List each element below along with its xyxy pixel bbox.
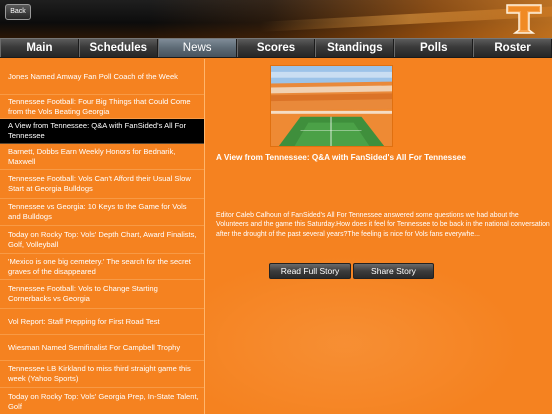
tab-main[interactable]: Main — [0, 39, 79, 57]
tab-roster[interactable]: Roster — [473, 39, 552, 57]
news-list-item[interactable]: Jones Named Amway Fan Poll Coach of the … — [0, 59, 204, 95]
news-list-item[interactable]: Tennessee Football: Vols to Change Start… — [0, 280, 204, 309]
news-list-item[interactable]: Tennessee LB Kirkland to miss third stra… — [0, 361, 204, 388]
news-list-item[interactable]: Wiesman Named Semifinalist For Campbell … — [0, 335, 204, 361]
share-story-button[interactable]: Share Story — [353, 263, 434, 279]
tab-schedules[interactable]: Schedules — [78, 39, 158, 57]
tab-scores[interactable]: Scores — [236, 39, 316, 57]
article-panel: A View from Tennessee: Q&A with FanSided… — [206, 59, 552, 414]
tab-polls[interactable]: Polls — [394, 39, 474, 57]
news-list-item[interactable]: Tennessee Football: Four Big Things that… — [0, 95, 204, 119]
tab-standings[interactable]: Standings — [315, 39, 395, 57]
back-button[interactable]: Back — [5, 4, 31, 20]
power-t-logo-icon — [506, 4, 542, 34]
top-bar: Back — [0, 0, 552, 38]
read-full-story-button[interactable]: Read Full Story — [269, 263, 351, 279]
news-list-item[interactable]: 'Mexico is one big cemetery.' The search… — [0, 254, 204, 280]
news-list-item[interactable]: Today on Rocky Top: Vols' Depth Chart, A… — [0, 226, 204, 254]
news-list-item[interactable]: Vol Report: Staff Prepping for First Roa… — [0, 309, 204, 335]
news-list-item[interactable]: Tennessee vs Georgia: 10 Keys to the Gam… — [0, 199, 204, 226]
article-stadium-image — [270, 65, 393, 147]
news-list-item[interactable]: Today on Rocky Top: Vols' Georgia Prep, … — [0, 388, 204, 414]
main-tab-bar: Main Schedules News Scores Standings Pol… — [0, 38, 552, 58]
tab-news[interactable]: News — [157, 39, 237, 57]
article-summary: Editor Caleb Calhoun of FanSided's All F… — [216, 212, 550, 238]
news-list-item-selected[interactable]: A View from Tennessee: Q&A with FanSided… — [0, 119, 204, 144]
news-list-item[interactable]: Barnett, Dobbs Earn Weekly Honors for Be… — [0, 144, 204, 170]
news-list-item[interactable]: Tennessee Football: Vols Can't Afford th… — [0, 170, 204, 199]
article-title: A View from Tennessee: Q&A with FanSided… — [216, 153, 466, 162]
news-list: Jones Named Amway Fan Poll Coach of the … — [0, 59, 205, 414]
